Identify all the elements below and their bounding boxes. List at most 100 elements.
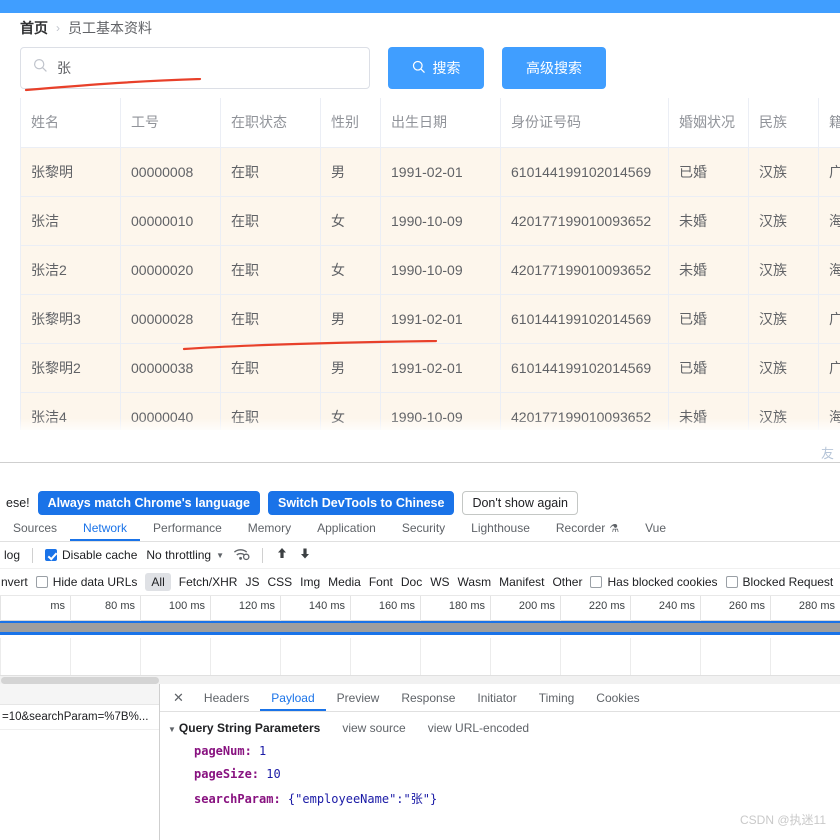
- advanced-search-label: 高级搜索: [526, 60, 582, 76]
- beaker-icon: ⚗: [609, 522, 620, 535]
- waterfall-gridline: [560, 638, 561, 675]
- triangle-down-icon[interactable]: ▼: [168, 725, 176, 734]
- filter-type-img[interactable]: Img: [300, 575, 320, 589]
- request-rows: =10&searchParam=%7B%...: [0, 705, 159, 730]
- waterfall-gridline: [0, 638, 1, 675]
- horizontal-scrollbar[interactable]: [0, 675, 840, 684]
- timeline-tick: 260 ms: [700, 596, 770, 621]
- banner-message: ese!: [6, 496, 30, 510]
- wifi-settings-icon[interactable]: [233, 547, 250, 564]
- close-icon[interactable]: ✕: [164, 690, 193, 706]
- table-row[interactable]: 张黎明3 00000028 在职男 1991-02-01 610144199102014…: [20, 294, 840, 344]
- search-button[interactable]: 搜索: [388, 47, 484, 89]
- filter-type-all[interactable]: All: [145, 573, 171, 591]
- query-param-row: pageSize: 10: [194, 767, 840, 781]
- devtools-tab-sources[interactable]: Sources: [0, 515, 70, 541]
- query-param-value[interactable]: 10: [266, 767, 280, 781]
- log-label[interactable]: log: [4, 548, 20, 562]
- timeline-tick: 140 ms: [280, 596, 350, 621]
- table-column-header: 民族: [748, 98, 819, 148]
- table-cell: 女: [320, 196, 381, 246]
- filter-type-css[interactable]: CSS: [267, 575, 292, 589]
- request-list[interactable]: =10&searchParam=%7B%...: [0, 684, 160, 840]
- throttling-select[interactable]: No throttling ▼: [146, 548, 224, 562]
- filter-type-fetch-xhr[interactable]: Fetch/XHR: [179, 575, 238, 589]
- dont-show-again-button[interactable]: Don't show again: [462, 491, 578, 515]
- table-cell: 1991-02-01: [380, 294, 501, 344]
- hide-data-urls-label: Hide data URLs: [52, 575, 138, 589]
- scrollbar-thumb[interactable]: [1, 677, 159, 684]
- app-top-bar: [0, 0, 840, 13]
- table-row[interactable]: 张洁 00000010 在职女 1990-10-09 42017719901009365…: [20, 196, 840, 246]
- detail-tab-initiator[interactable]: Initiator: [466, 684, 527, 711]
- detail-tab-preview[interactable]: Preview: [326, 684, 391, 711]
- blocked-requests-control[interactable]: Blocked Request: [725, 575, 834, 589]
- download-icon[interactable]: [298, 546, 312, 564]
- tab-label: Lighthouse: [471, 521, 530, 535]
- view-source-link[interactable]: view source: [342, 721, 405, 735]
- filter-type-other[interactable]: Other: [552, 575, 582, 589]
- detail-tab-timing[interactable]: Timing: [528, 684, 586, 711]
- devtools-tab-vue[interactable]: Vue: [632, 515, 679, 541]
- query-param-value[interactable]: {"employeeName":"张"}: [288, 792, 437, 806]
- request-detail-panel: ✕ Headers Payload Preview Response Initiator…: [160, 684, 840, 840]
- table-cell: 男: [320, 343, 381, 393]
- has-blocked-cookies-control[interactable]: Has blocked cookies: [590, 575, 718, 589]
- disable-cache-control[interactable]: Disable cache: [45, 548, 137, 562]
- query-string-title-row[interactable]: ▼ Query String Parameters: [168, 721, 320, 735]
- devtools-tab-lighthouse[interactable]: Lighthouse: [458, 515, 543, 541]
- filter-type-wasm[interactable]: Wasm: [458, 575, 492, 589]
- always-match-language-button[interactable]: Always match Chrome's language: [37, 491, 260, 515]
- table-cell: 在职: [220, 245, 321, 295]
- hide-data-urls-checkbox[interactable]: [35, 576, 48, 588]
- hide-data-urls-control[interactable]: Hide data URLs: [35, 575, 138, 589]
- table-row[interactable]: 张洁2 00000020 在职女 1990-10-09 4201771990100936…: [20, 245, 840, 295]
- breadcrumb-separator-icon: ›: [56, 21, 60, 35]
- detail-tab-payload[interactable]: Payload: [260, 684, 325, 711]
- table-row[interactable]: 张黎明2 00000038 在职男 1991-02-01 610144199102014…: [20, 343, 840, 393]
- employee-table-wrapper[interactable]: 姓名工号在职状态性别出生日期身份证号码婚姻状况民族籍 张黎明00000008在职…: [20, 98, 840, 430]
- advanced-search-button[interactable]: 高级搜索: [502, 47, 606, 89]
- network-overview-bar[interactable]: [0, 621, 840, 635]
- devtools-tab-memory[interactable]: Memory: [235, 515, 304, 541]
- devtools-tab-performance[interactable]: Performance: [140, 515, 235, 541]
- search-box[interactable]: [20, 47, 370, 89]
- filter-type-manifest[interactable]: Manifest: [499, 575, 544, 589]
- table-cell: 海: [818, 196, 840, 246]
- breadcrumb-home[interactable]: 首页: [20, 18, 48, 38]
- network-toolbar-filters: nvert Hide data URLs All Fetch/XHR JS CSS Im…: [0, 569, 840, 596]
- devtools-tab-network[interactable]: Network: [70, 515, 140, 541]
- table-cell: 张黎明: [20, 147, 121, 197]
- invert-label[interactable]: nvert: [0, 575, 28, 589]
- filter-type-doc[interactable]: Doc: [401, 575, 422, 589]
- filter-type-js[interactable]: JS: [245, 575, 259, 589]
- waterfall-gridline: [490, 638, 491, 675]
- blocked-requests-checkbox[interactable]: [725, 576, 738, 588]
- query-param-value[interactable]: 1: [259, 744, 266, 758]
- table-cell: 420177199010093652: [500, 245, 669, 295]
- waterfall-gridline: [350, 638, 351, 675]
- view-url-encoded-link[interactable]: view URL-encoded: [428, 721, 529, 735]
- devtools-tab-application[interactable]: Application: [304, 515, 389, 541]
- table-row[interactable]: 张黎明 00000008 在职男 1991-02-01 6101441991020145…: [20, 147, 840, 197]
- detail-tab-response[interactable]: Response: [390, 684, 466, 711]
- filter-type-ws[interactable]: WS: [430, 575, 449, 589]
- devtools-tab-recorder[interactable]: Recorder ⚗: [543, 515, 632, 541]
- blocked-requests-label: Blocked Request: [742, 575, 834, 589]
- tab-label: Security: [401, 521, 446, 535]
- waterfall-gridline: [630, 638, 631, 675]
- search-input[interactable]: [57, 60, 357, 76]
- switch-devtools-to-chinese-button[interactable]: Switch DevTools to Chinese: [267, 491, 455, 515]
- devtools-tab-security[interactable]: Security: [389, 515, 458, 541]
- filter-type-media[interactable]: Media: [328, 575, 361, 589]
- detail-tab-headers[interactable]: Headers: [193, 684, 260, 711]
- request-row[interactable]: =10&searchParam=%7B%...: [0, 705, 159, 730]
- timeline-tick: 100 ms: [140, 596, 210, 621]
- search-button-label: 搜索: [432, 60, 461, 76]
- watermark: CSDN @执迷11: [740, 813, 826, 827]
- disable-cache-checkbox[interactable]: [45, 549, 58, 561]
- detail-tab-cookies[interactable]: Cookies: [585, 684, 650, 711]
- has-blocked-cookies-checkbox[interactable]: [590, 576, 603, 588]
- upload-icon[interactable]: [275, 546, 289, 564]
- filter-type-font[interactable]: Font: [369, 575, 393, 589]
